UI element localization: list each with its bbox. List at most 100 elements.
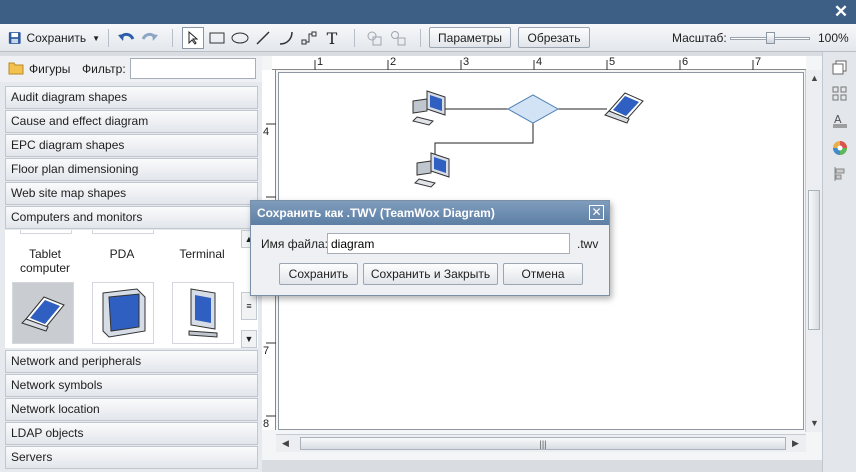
ruler-number: 8 — [263, 418, 270, 430]
monitor-icon — [102, 288, 146, 338]
connector-line[interactable] — [434, 123, 534, 165]
shape-label-pda: PDA — [109, 247, 135, 261]
rectangle-tool[interactable] — [207, 27, 227, 49]
category-floor-plan-dimensioning[interactable]: Floor plan dimensioning — [5, 158, 258, 181]
undo-button[interactable] — [116, 27, 136, 49]
text-t-icon: T — [326, 28, 338, 48]
zoom-label: Масштаб: — [672, 31, 727, 45]
vertical-scroll-thumb[interactable] — [808, 190, 820, 330]
category-audit-diagram-shapes[interactable]: Audit diagram shapes — [5, 86, 258, 109]
ruler-number: 7 — [263, 345, 270, 357]
shape-pda[interactable] — [92, 282, 154, 344]
shape-terminal[interactable] — [172, 282, 234, 344]
text-tool[interactable]: T — [322, 27, 342, 49]
horizontal-scroll-thumb[interactable]: ||| — [300, 437, 786, 450]
diamond-decision-shape[interactable] — [506, 94, 560, 124]
window-close-icon[interactable]: ✕ — [832, 3, 850, 21]
shapes-filter-bar: Фигуры Фильтр: — [0, 56, 262, 82]
shape-label-tablet: Tablet computer — [19, 247, 71, 275]
dialog-cancel-button[interactable]: Отмена — [503, 263, 583, 285]
partial-shape-tile — [20, 230, 72, 234]
category-computers-and-monitors[interactable]: Computers and monitors — [5, 206, 258, 229]
shape-label-terminal: Terminal — [179, 247, 225, 261]
category-servers[interactable]: Servers — [5, 446, 258, 469]
text-format-icon[interactable]: A — [832, 112, 848, 128]
crop-button[interactable]: Обрезать — [518, 27, 590, 48]
right-side-toolbar: A — [822, 52, 856, 472]
category-network-and-peripherals[interactable]: Network and peripherals — [5, 350, 258, 373]
pages-icon[interactable] — [832, 60, 848, 76]
toolbar-divider — [172, 29, 173, 47]
shapes-label: Фигуры — [29, 62, 71, 76]
scroll-left-icon[interactable]: ◀ — [278, 436, 293, 451]
ruler-number: 6 — [682, 56, 689, 68]
filename-input[interactable] — [327, 233, 570, 254]
desktop-computer-shape[interactable] — [414, 152, 450, 188]
partial-shape-tile — [92, 230, 154, 234]
shape-tablet-computer[interactable] — [12, 282, 74, 344]
ungroup-button[interactable] — [388, 27, 408, 49]
zoom-value: 100% — [818, 31, 849, 45]
curve-tool[interactable] — [276, 27, 296, 49]
color-palette-icon[interactable] — [832, 140, 848, 156]
main-toolbar: Сохранить ▼ T Параметры Обрезать Масштаб… — [0, 24, 856, 52]
parameters-button[interactable]: Параметры — [429, 27, 511, 48]
layers-grid-icon[interactable] — [832, 86, 848, 102]
ruler-number: 7 — [755, 56, 762, 68]
category-web-site-map-shapes[interactable]: Web site map shapes — [5, 182, 258, 205]
undo-icon — [118, 32, 135, 41]
dialog-save-and-close-button[interactable]: Сохранить и Закрыть — [363, 263, 498, 285]
laptop-shape[interactable] — [604, 92, 644, 124]
toolbar-divider — [420, 29, 421, 47]
shapes-gallery: Tablet computer PDA Terminal — [5, 230, 258, 348]
chevron-down-icon[interactable]: ▼ — [92, 34, 100, 43]
pointer-tool[interactable] — [182, 27, 204, 49]
floppy-disk-icon — [8, 32, 21, 44]
canvas-vertical-scrollbar[interactable]: ▲ ▼ — [805, 70, 822, 432]
redo-button[interactable] — [140, 27, 160, 49]
category-network-symbols[interactable]: Network symbols — [5, 374, 258, 397]
align-icon[interactable] — [832, 166, 848, 182]
line-tool[interactable] — [253, 27, 273, 49]
ruler-number: 4 — [536, 56, 543, 68]
category-cause-and-effect[interactable]: Cause and effect diagram — [5, 110, 258, 133]
tablet-computer-icon — [21, 296, 65, 332]
toolbar-divider — [108, 29, 109, 47]
save-button[interactable]: Сохранить ▼ — [8, 27, 100, 49]
cursor-arrow-icon — [188, 31, 199, 45]
ruler-number: 1 — [317, 56, 324, 68]
gallery-scroll-thumb[interactable]: ≡ — [241, 292, 257, 320]
category-ldap-objects[interactable]: LDAP objects — [5, 422, 258, 445]
ruler-number: 3 — [463, 56, 470, 68]
scroll-down-icon[interactable]: ▼ — [807, 415, 822, 430]
gallery-scroll-down[interactable]: ▼ — [241, 330, 257, 348]
save-button-label: Сохранить — [26, 31, 87, 45]
ruler-number: 4 — [263, 126, 270, 138]
group-shapes-icon — [367, 31, 382, 46]
file-extension-label: .twv — [577, 237, 599, 251]
category-epc-diagram-shapes[interactable]: EPC diagram shapes — [5, 134, 258, 157]
connector-tool[interactable] — [299, 27, 319, 49]
shapes-panel: Фигуры Фильтр: Audit diagram shapes Caus… — [0, 56, 262, 472]
ruler-number: 2 — [390, 56, 397, 68]
scroll-right-icon[interactable]: ▶ — [788, 436, 803, 451]
redo-icon — [141, 32, 158, 41]
dialog-close-icon[interactable]: ✕ — [589, 205, 604, 220]
zoom-slider-thumb[interactable] — [766, 32, 775, 44]
save-as-dialog: Сохранить как .TWV (TeamWox Diagram) ✕ И… — [250, 200, 610, 296]
canvas-horizontal-scrollbar[interactable]: ◀ ||| ▶ — [276, 434, 806, 452]
group-button[interactable] — [364, 27, 384, 49]
curve-icon — [279, 31, 293, 45]
desktop-computer-shape[interactable] — [412, 90, 446, 126]
window-titlebar: ✕ — [0, 0, 856, 24]
category-network-location[interactable]: Network location — [5, 398, 258, 421]
scroll-up-icon[interactable]: ▲ — [807, 70, 822, 85]
terminal-monitor-icon — [188, 288, 218, 338]
folder-icon — [8, 62, 24, 75]
horizontal-ruler: 1 2 3 4 5 6 7 — [272, 56, 806, 70]
dialog-title: Сохранить как .TWV (TeamWox Diagram) — [251, 201, 609, 225]
ellipse-icon — [231, 32, 249, 44]
filter-input[interactable] — [130, 58, 256, 79]
ellipse-tool[interactable] — [230, 27, 250, 49]
dialog-save-button[interactable]: Сохранить — [279, 263, 358, 285]
